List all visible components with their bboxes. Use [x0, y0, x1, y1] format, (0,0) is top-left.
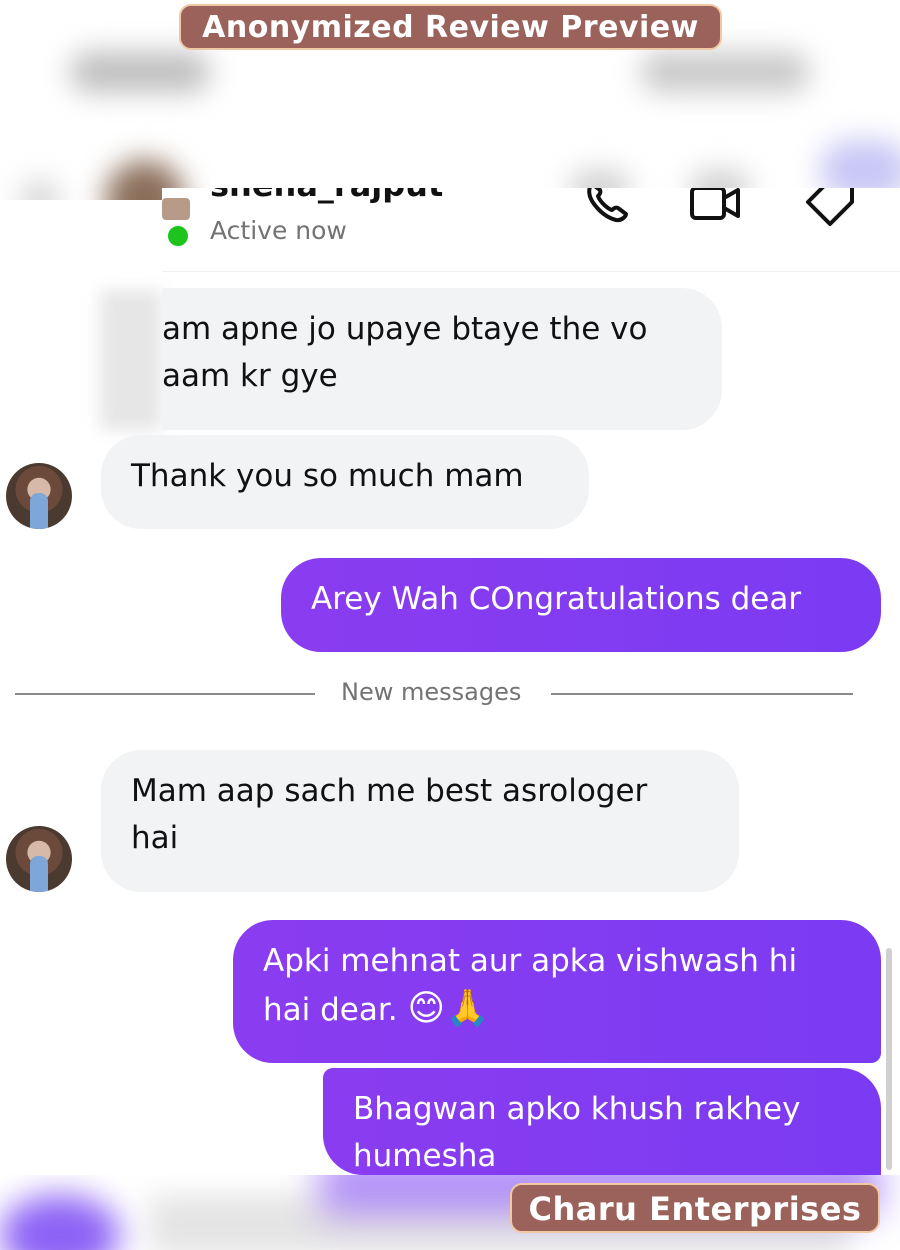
phone-icon[interactable]	[578, 188, 634, 230]
new-messages-label: New messages	[341, 678, 522, 706]
message-text: Apki mehnat aur apka vishwash hi hai dea…	[263, 943, 798, 1028]
active-status-text: Active now	[210, 216, 347, 245]
outgoing-message[interactable]: Apki mehnat aur apka vishwash hi hai dea…	[233, 920, 881, 1063]
blurred-edge	[100, 290, 162, 430]
scrollbar[interactable]	[886, 948, 892, 1170]
outgoing-message[interactable]: Arey Wah COngratulations dear	[281, 558, 881, 652]
incoming-message[interactable]: am apne jo upaye btaye the vo aam kr gye	[162, 288, 722, 430]
online-status-dot	[166, 224, 190, 248]
outgoing-message[interactable]: Bhagwan apko khush rakhey humesha	[323, 1068, 881, 1175]
contact-username[interactable]: sheha_rajput	[210, 188, 443, 204]
divider-line	[551, 693, 853, 695]
header-avatar[interactable]	[162, 198, 190, 220]
video-camera-icon[interactable]	[686, 188, 742, 230]
watermark-label: Charu Enterprises	[510, 1183, 880, 1233]
blurred-status-icons	[640, 52, 810, 92]
divider-line	[15, 693, 315, 695]
blurred-camera-button	[0, 1195, 120, 1250]
incoming-message[interactable]: Thank you so much mam	[101, 435, 589, 529]
tag-icon[interactable]	[802, 188, 858, 230]
contact-avatar[interactable]	[6, 463, 72, 529]
smile-and-pray-emoji: 😊🙏	[407, 988, 490, 1029]
blurred-time	[70, 52, 210, 92]
incoming-message[interactable]: Mam aap sach me best asrologer hai	[101, 750, 739, 892]
contact-avatar[interactable]	[6, 826, 72, 892]
review-preview-banner: Anonymized Review Preview	[179, 4, 722, 50]
chat-header: sheha_rajput Active now	[162, 188, 900, 272]
blurred-back-arrow	[20, 180, 60, 200]
new-messages-divider: New messages	[15, 676, 853, 712]
